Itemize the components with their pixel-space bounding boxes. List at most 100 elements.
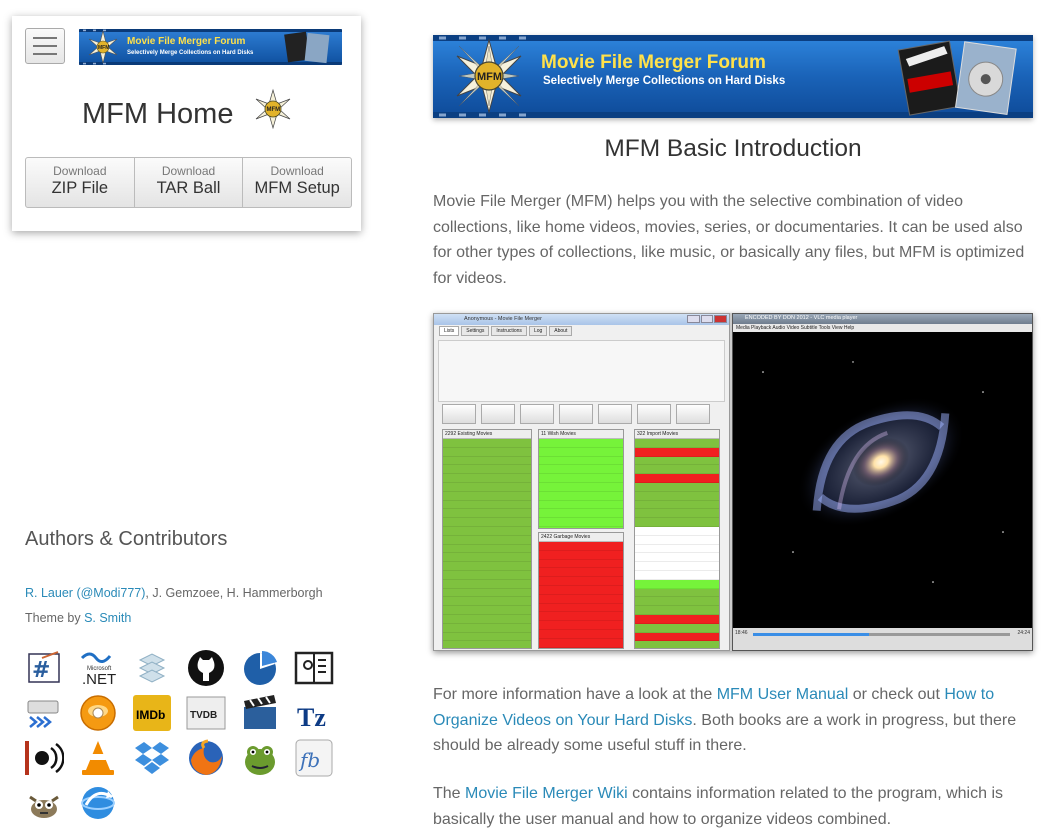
menu-bar: [33, 45, 57, 47]
list-row: [635, 597, 719, 607]
tvdb-text: TVDB: [190, 710, 217, 721]
list-row: [443, 482, 531, 492]
wiki-paragraph: The Movie File Merger Wiki contains info…: [433, 781, 1038, 832]
download-label: Download: [161, 164, 216, 178]
list-row: [539, 647, 623, 648]
theme-prefix: Theme by: [25, 611, 85, 625]
stack-icon[interactable]: [132, 648, 172, 688]
download-zip-button[interactable]: Download ZIP File: [26, 158, 135, 207]
list-header: 2422 Garbage Movies: [539, 533, 623, 542]
dropbox-icon[interactable]: [132, 738, 172, 778]
mfm-tab: Settings: [461, 326, 490, 336]
tvdb-icon[interactable]: TVDB: [186, 693, 226, 733]
vlc-cone-icon[interactable]: [78, 738, 118, 778]
list-row: [635, 623, 719, 633]
list-row: [635, 456, 719, 466]
list-row: [635, 447, 719, 457]
list-row: [443, 623, 531, 633]
dotnet-icon[interactable]: Microsoft .NET: [78, 648, 118, 688]
download-type: ZIP File: [51, 179, 109, 197]
list-row: [539, 559, 623, 569]
list-row: [443, 579, 531, 589]
download-type: TAR Ball: [156, 179, 221, 197]
list-row: [443, 447, 531, 457]
list-row: [635, 526, 719, 536]
user-manual-link[interactable]: MFM User Manual: [717, 686, 849, 703]
drive-icon[interactable]: [24, 693, 64, 733]
firefox-icon[interactable]: [186, 738, 226, 778]
mfm-logo[interactable]: MFM: [252, 88, 294, 130]
list-row: [443, 597, 531, 607]
gimp-icon[interactable]: [24, 783, 64, 823]
forum-banner[interactable]: MFM Movie File Merger Forum Selectively …: [433, 35, 1033, 118]
list-row: [635, 518, 719, 527]
tz-icon[interactable]: Tz: [294, 693, 334, 733]
download-tar-button[interactable]: Download TAR Ball: [135, 158, 244, 207]
list-header: 322 Import Movies: [635, 430, 719, 439]
list-row: [443, 535, 531, 545]
vlc-orb-icon[interactable]: [78, 693, 118, 733]
author-handle-link[interactable]: (@Modi777): [76, 586, 145, 600]
list-row: [539, 568, 623, 578]
list-row: [443, 562, 531, 571]
existing-movies-list: 2292 Existing Movies: [442, 429, 532, 649]
list-row: [635, 482, 719, 492]
theme-author-link[interactable]: S. Smith: [84, 611, 131, 625]
banner-logo-text: MFM: [477, 71, 502, 83]
vlc-seekbar: [753, 633, 1010, 636]
tools-icon-grid: # Microsoft .NET IMDb TVDB Tz fb: [24, 648, 344, 823]
banner-subtitle: Selectively Merge Collections on Hard Di…: [543, 75, 785, 87]
refresh-globe-icon[interactable]: [78, 783, 118, 823]
piechart-icon[interactable]: [240, 648, 280, 688]
list-row: [539, 518, 623, 527]
list-row: [635, 579, 719, 589]
list-row: [443, 491, 531, 501]
home-title: MFM Home: [82, 98, 234, 130]
text: For more information have a look at the: [433, 686, 717, 703]
list-row: [539, 465, 623, 475]
list-row: [443, 465, 531, 475]
list-row: [443, 606, 531, 615]
clapperboard-icon[interactable]: [240, 693, 280, 733]
github-icon[interactable]: [186, 648, 226, 688]
authors-line: R. Lauer (@Modi777), J. Gemzoee, H. Hamm…: [25, 581, 323, 606]
author-link[interactable]: R. Lauer: [25, 586, 73, 600]
home-logo-text: MFM: [267, 107, 281, 113]
frog-icon[interactable]: [240, 738, 280, 778]
list-row: [635, 632, 719, 642]
imdb-icon[interactable]: IMDb: [132, 693, 172, 733]
list-row: [635, 641, 719, 648]
wiki-link[interactable]: Movie File Merger Wiki: [465, 785, 628, 802]
audio-icon[interactable]: [24, 738, 64, 778]
list-row: [635, 491, 719, 501]
vlc-titlebar: ENCODED BY DON 2012 - VLC media player: [733, 314, 1032, 324]
vlc-time-right: 24:24: [1017, 630, 1030, 636]
forum-banner-small[interactable]: MFM Movie File Merger Forum Selectively …: [79, 29, 342, 65]
list-row: [539, 542, 623, 551]
list-row: [539, 585, 623, 595]
mfm-tab: Lists: [439, 326, 460, 336]
list-row: [443, 439, 531, 448]
mfm-titlebar: Anonymous - Movie File Merger: [434, 314, 729, 325]
download-setup-button[interactable]: Download MFM Setup: [243, 158, 351, 207]
list-row: [635, 544, 719, 554]
menu-button[interactable]: [25, 28, 65, 64]
mfm-settings-panel: [438, 340, 725, 402]
intro-paragraph: Movie File Merger (MFM) helps you with t…: [433, 193, 1025, 287]
list-row: [539, 621, 623, 630]
window-controls: [687, 315, 728, 323]
text: or check out: [848, 686, 945, 703]
fb-icon[interactable]: fb: [294, 738, 334, 778]
book-icon[interactable]: [294, 648, 334, 688]
mfm-tabs: Lists Settings Instructions Log About: [439, 326, 573, 336]
logo-text: MFM: [98, 45, 109, 51]
list-row: [539, 491, 623, 501]
theme-line: Theme by S. Smith: [25, 606, 323, 631]
tz-text: Tz: [297, 703, 326, 732]
mfm-tab: About: [549, 326, 573, 336]
mfm-window-title: Anonymous - Movie File Merger: [464, 316, 542, 322]
list-row: [539, 439, 623, 448]
list-row: [443, 526, 531, 536]
sharpdevelop-icon[interactable]: #: [24, 648, 64, 688]
list-row: [635, 553, 719, 563]
